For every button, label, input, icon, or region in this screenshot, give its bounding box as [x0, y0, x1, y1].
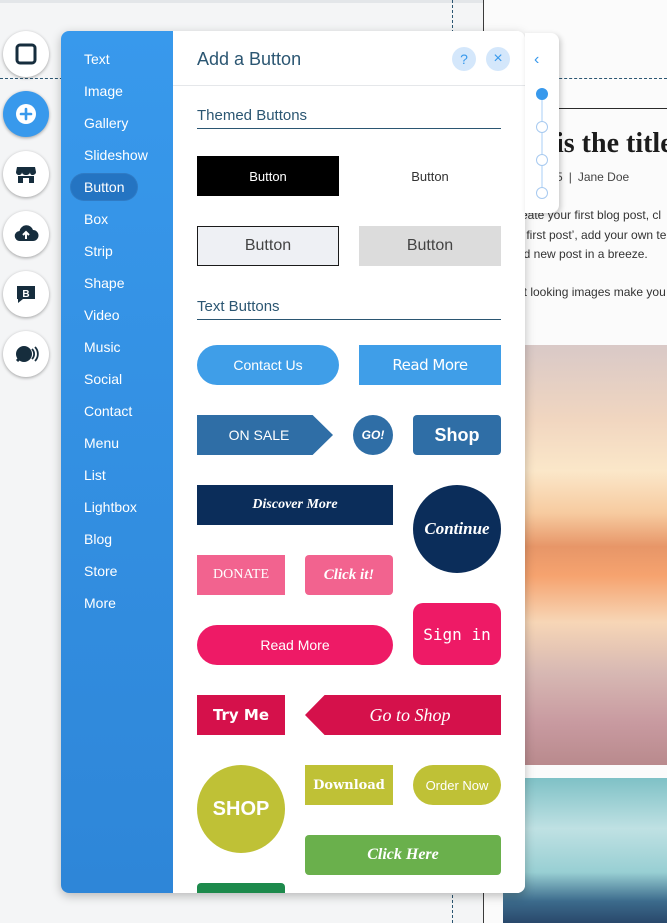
scroll-knob[interactable]: [536, 121, 548, 133]
cloud-upload-icon: [14, 225, 39, 242]
blog-image-beach[interactable]: [503, 778, 667, 923]
category-strip[interactable]: Strip: [70, 237, 127, 265]
blog-text-line: at looking images make you: [517, 285, 666, 299]
themed-button-plain[interactable]: Button: [359, 156, 501, 196]
try-me-button[interactable]: Try Me: [197, 695, 285, 735]
read-more-pink-button[interactable]: Read More: [197, 625, 393, 665]
blog-b-icon: B: [17, 286, 35, 303]
category-contact[interactable]: Contact: [70, 397, 146, 425]
category-list: Text Image Gallery Slideshow Button Box …: [61, 31, 173, 893]
sign-in-button[interactable]: Sign in: [413, 603, 501, 665]
category-store[interactable]: Store: [70, 557, 131, 585]
category-menu[interactable]: Menu: [70, 429, 133, 457]
contact-us-button[interactable]: Contact Us: [197, 345, 339, 385]
category-list-item[interactable]: List: [70, 461, 120, 489]
category-shape[interactable]: Shape: [70, 269, 138, 297]
category-image[interactable]: Image: [70, 77, 137, 105]
background-tool-button[interactable]: [3, 31, 49, 77]
shop-blue-button[interactable]: Shop: [413, 415, 501, 455]
category-gallery[interactable]: Gallery: [70, 109, 142, 137]
blog-post-title[interactable]: is the title: [556, 128, 667, 160]
themed-button-gray[interactable]: Button: [359, 226, 501, 266]
scroll-track[interactable]: [541, 93, 543, 195]
store-icon: [16, 167, 36, 183]
continue-button[interactable]: Continue: [413, 485, 501, 573]
category-slideshow[interactable]: Slideshow: [70, 141, 162, 169]
add-tool-button[interactable]: [3, 91, 49, 137]
panel-title: Add a Button: [197, 49, 302, 69]
shop-olive-button[interactable]: SHOP: [197, 765, 285, 853]
panel-content: Add a Button ? × Themed Buttons Button B…: [173, 31, 525, 893]
donate-button[interactable]: DONATE: [197, 555, 285, 595]
themed-button-black[interactable]: Button: [197, 156, 339, 196]
blog-post-author: Jane Doe: [577, 170, 630, 184]
go-button[interactable]: GO!: [353, 415, 393, 455]
blog-tool-button[interactable]: B: [3, 271, 49, 317]
plus-icon: [16, 104, 36, 124]
order-now-button[interactable]: Order Now: [413, 765, 501, 805]
store-tool-button[interactable]: [3, 151, 49, 197]
go-to-shop-button[interactable]: Go to Shop: [305, 695, 501, 735]
discover-more-button[interactable]: Discover More: [197, 485, 393, 525]
themed-button-outlined[interactable]: Button: [197, 226, 339, 266]
category-more[interactable]: More: [70, 589, 130, 617]
click-here-button[interactable]: Click Here: [305, 835, 501, 875]
section-title-text: Text Buttons: [197, 298, 501, 320]
scroll-knob[interactable]: [536, 154, 548, 166]
category-text[interactable]: Text: [70, 45, 124, 73]
category-lightbox[interactable]: Lightbox: [70, 493, 151, 521]
download-button[interactable]: Download: [305, 765, 393, 805]
svg-text:B: B: [22, 289, 29, 300]
blog-text-line: y first post’, add your own te: [517, 228, 667, 242]
upload-tool-button[interactable]: [3, 211, 49, 257]
square-icon: [15, 43, 37, 65]
category-blog[interactable]: Blog: [70, 525, 126, 553]
click-it-button[interactable]: Click it!: [305, 555, 393, 595]
category-button[interactable]: Button: [70, 173, 139, 201]
category-box[interactable]: Box: [70, 205, 122, 233]
scroll-knob[interactable]: [536, 187, 548, 199]
panel-side-nav: ‹: [525, 33, 559, 213]
blog-text-line: dd new post in a breeze.: [517, 247, 648, 261]
chevron-left-icon[interactable]: ‹: [534, 51, 539, 69]
section-title-themed: Themed Buttons: [197, 107, 501, 129]
blog-post-meta: 5 | Jane Doe: [556, 170, 630, 184]
speech-icon: [15, 346, 39, 363]
panel-header: Add a Button ? ×: [173, 31, 525, 86]
scroll-knob-active[interactable]: [536, 88, 548, 100]
help-button[interactable]: ?: [452, 47, 476, 71]
on-sale-button[interactable]: ON SALE: [197, 415, 333, 455]
read-more-blue-button[interactable]: Read More: [359, 345, 501, 385]
add-panel: Text Image Gallery Slideshow Button Box …: [61, 31, 525, 893]
category-music[interactable]: Music: [70, 333, 135, 361]
close-button[interactable]: ×: [486, 47, 510, 71]
chat-tool-button[interactable]: [3, 331, 49, 377]
category-social[interactable]: Social: [70, 365, 136, 393]
green-partial-button[interactable]: [197, 883, 285, 893]
category-video[interactable]: Video: [70, 301, 134, 329]
blog-image-sunset[interactable]: [525, 345, 667, 765]
